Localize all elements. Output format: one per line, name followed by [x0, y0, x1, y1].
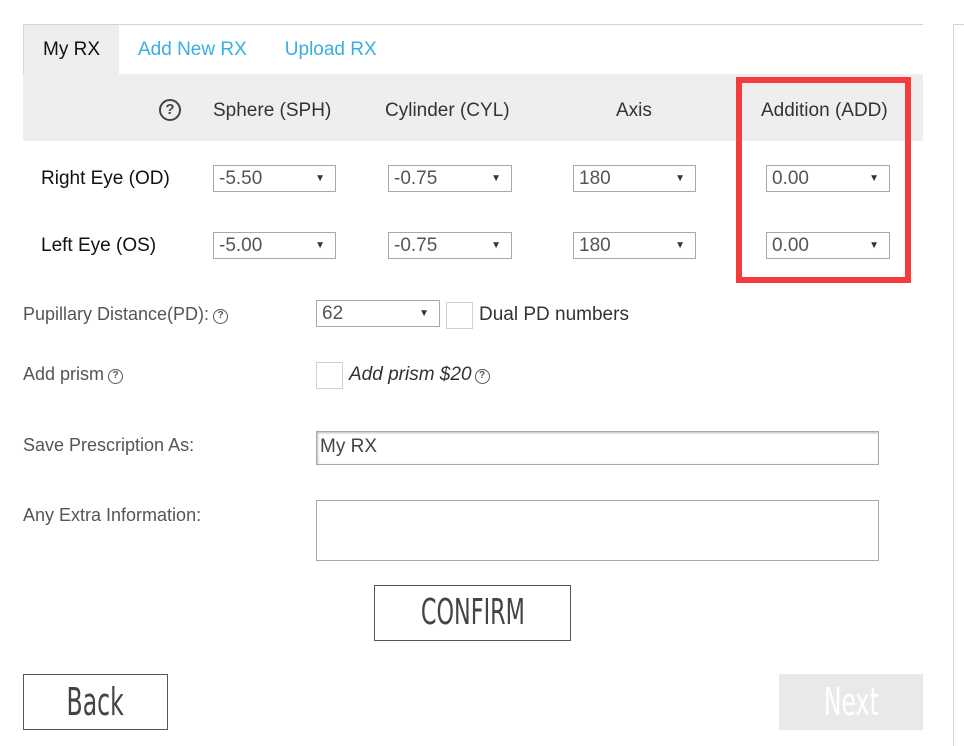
- pd-label-row: Pupillary Distance(PD):?: [23, 304, 229, 325]
- dropdown-arrow-icon: ▼: [491, 240, 501, 251]
- save-as-label: Save Prescription As:: [23, 435, 195, 455]
- add-prism-option-row: Add prism $20?: [349, 364, 490, 386]
- left-axis-select[interactable]: 180 ▼: [573, 232, 696, 259]
- dropdown-arrow-icon: ▼: [315, 173, 325, 184]
- pd-select[interactable]: 62 ▼: [316, 300, 440, 327]
- tab-my-rx[interactable]: My RX: [23, 25, 119, 74]
- pd-label: Pupillary Distance(PD):: [23, 304, 210, 324]
- dropdown-arrow-icon: ▼: [675, 240, 685, 251]
- question-circle-icon[interactable]: ?: [213, 309, 229, 324]
- left-eye-label: Left Eye (OS): [41, 235, 157, 256]
- dual-pd-checkbox[interactable]: [446, 302, 473, 329]
- dropdown-arrow-icon: ▼: [675, 173, 685, 184]
- rx-tabs: My RX Add New RX Upload RX: [23, 25, 396, 74]
- left-cylinder-select[interactable]: -0.75 ▼: [388, 232, 512, 259]
- tab-add-new-rx[interactable]: Add New RX: [119, 25, 266, 74]
- right-axis-value: 180: [579, 168, 611, 189]
- right-cylinder-select[interactable]: -0.75 ▼: [388, 165, 512, 192]
- prism-label-row: Add prism?: [23, 364, 124, 385]
- next-button-label: Next: [823, 680, 879, 724]
- dropdown-arrow-icon: ▼: [419, 308, 429, 319]
- dropdown-arrow-icon: ▼: [491, 173, 501, 184]
- right-eye-label: Right Eye (OD): [41, 168, 170, 189]
- left-axis-value: 180: [579, 235, 611, 256]
- left-cylinder-value: -0.75: [394, 235, 438, 256]
- confirm-button[interactable]: CONFIRM: [374, 585, 571, 641]
- back-button[interactable]: Back: [23, 674, 168, 730]
- right-axis-select[interactable]: 180 ▼: [573, 165, 696, 192]
- left-sphere-select[interactable]: -5.00 ▼: [213, 232, 336, 259]
- extra-info-label: Any Extra Information:: [23, 505, 202, 525]
- back-button-label: Back: [66, 680, 125, 724]
- column-header-axis: Axis: [616, 100, 652, 121]
- question-circle-icon[interactable]: ?: [108, 369, 124, 384]
- extra-info-textarea[interactable]: [316, 500, 879, 561]
- add-prism-checkbox[interactable]: [316, 362, 343, 389]
- side-panel-edge: [953, 24, 964, 746]
- right-sphere-select[interactable]: -5.50 ▼: [213, 165, 336, 192]
- next-button[interactable]: Next: [779, 674, 923, 730]
- question-circle-icon[interactable]: ?: [159, 99, 181, 121]
- tab-upload-rx[interactable]: Upload RX: [266, 25, 396, 74]
- save-as-input[interactable]: My RX: [316, 431, 879, 465]
- right-cylinder-value: -0.75: [394, 168, 438, 189]
- right-sphere-value: -5.50: [219, 168, 263, 189]
- question-circle-icon[interactable]: ?: [474, 369, 490, 384]
- prism-label: Add prism: [23, 364, 105, 384]
- column-header-sphere: Sphere (SPH): [213, 100, 332, 121]
- dropdown-arrow-icon: ▼: [315, 240, 325, 251]
- left-sphere-value: -5.00: [219, 235, 263, 256]
- add-prism-option-label: Add prism $20: [349, 364, 472, 385]
- confirm-button-label: CONFIRM: [420, 592, 525, 633]
- addition-column-highlight: [736, 77, 911, 283]
- pd-value: 62: [322, 303, 344, 324]
- column-header-cylinder: Cylinder (CYL): [385, 100, 510, 121]
- dual-pd-label: Dual PD numbers: [479, 304, 629, 325]
